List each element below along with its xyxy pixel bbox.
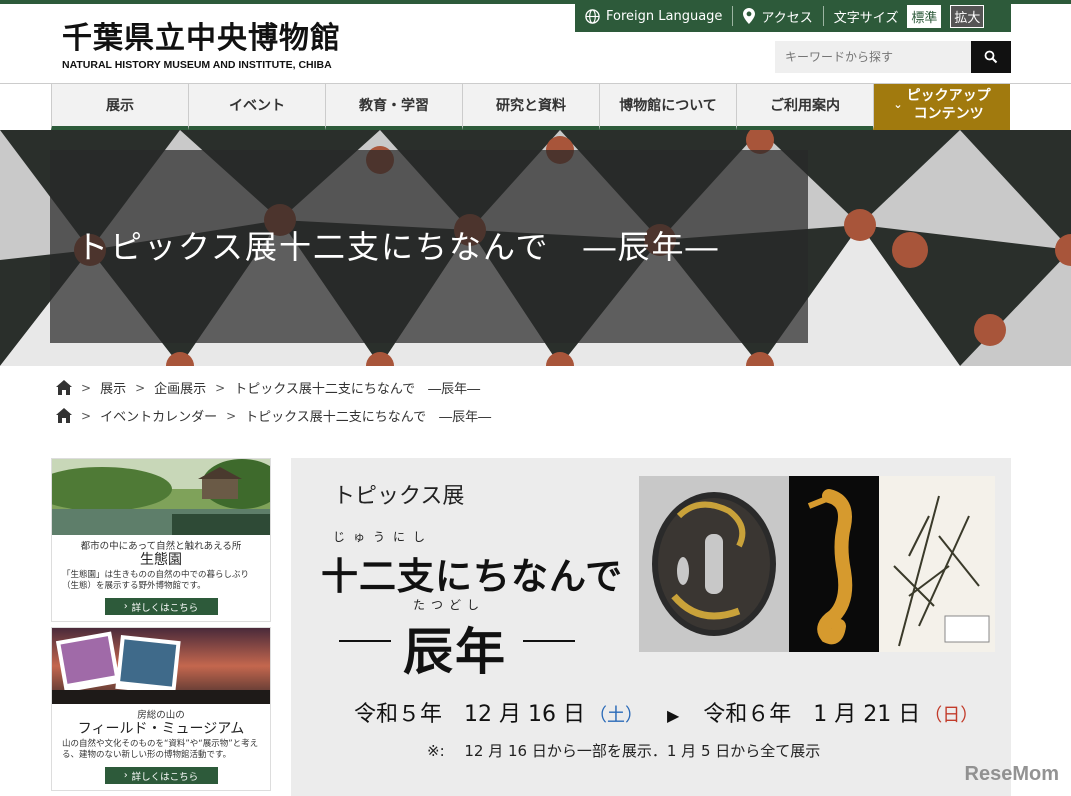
title-dash-right	[523, 640, 575, 642]
furigana-tatsudoshi: たつどし	[413, 598, 486, 612]
watermark-logo: ReseMom	[964, 763, 1059, 785]
card-title: フィールド・ミュージアム	[77, 721, 245, 737]
search-box	[775, 41, 1011, 73]
home-icon[interactable]	[56, 380, 72, 395]
exhibition-type: トピックス展	[333, 484, 465, 509]
card-description: 山の自然や文化そのものを“資料”や“展示物”と考える、建物のない新しい形の博物館…	[62, 739, 259, 760]
ecology-garden-image	[52, 459, 270, 535]
hero-title: トピックス展十二支にちなんで ―辰年―	[76, 228, 720, 266]
breadcrumb-link[interactable]: 展示	[100, 378, 126, 397]
page: 千葉県立中央博物館 NATURAL HISTORY MUSEUM AND INS…	[0, 0, 1071, 796]
breadcrumb: > イベントカレンダー > トピックス展十二支にちなんで ―辰年―	[56, 406, 491, 425]
nav-guide[interactable]: ご利用案内	[736, 84, 873, 130]
end-weekday: （日）	[924, 705, 979, 726]
text-size-control: 文字サイズ 標準 拡大	[824, 4, 995, 28]
breadcrumb-current: トピックス展十二支にちなんで ―辰年―	[245, 410, 492, 425]
global-nav: 展示 イベント 教育・学習 研究と資料 博物館について ご利用案内 ⌄ ピックア…	[0, 83, 1071, 130]
card-more-label: 詳しくはこちら	[131, 771, 199, 783]
breadcrumb-separator: >	[226, 408, 237, 423]
nav-about[interactable]: 博物館について	[599, 84, 736, 130]
search-icon	[984, 50, 998, 64]
herbarium-specimen-image	[879, 476, 995, 652]
chevron-down-icon: ⌄	[893, 98, 903, 111]
card-more-button[interactable]: › 詳しくはこちら	[104, 598, 218, 615]
start-weekday: （土）	[588, 705, 643, 726]
search-input[interactable]	[775, 41, 971, 73]
nav-events[interactable]: イベント	[188, 84, 325, 130]
logo-english: NATURAL HISTORY MUSEUM AND INSTITUTE, CH…	[62, 59, 332, 71]
exhibition-period: 令和５年 12 月 16 日 （土） ▶ 令和６年 1 月 21 日 （日）	[354, 696, 978, 728]
site-logo[interactable]: 千葉県立中央博物館 NATURAL HISTORY MUSEUM AND INS…	[62, 21, 341, 72]
breadcrumb-separator: >	[81, 380, 92, 395]
text-size-standard-button[interactable]: 標準	[907, 4, 942, 28]
card-more-button[interactable]: › 詳しくはこちら	[104, 767, 218, 784]
logo-japanese: 千葉県立中央博物館	[62, 21, 341, 56]
search-button[interactable]	[971, 41, 1011, 73]
tsuba-sword-guard-image	[639, 476, 789, 652]
exhibit-photos	[639, 476, 995, 652]
utility-bar: Foreign Language アクセス 文字サイズ 標準 拡大	[575, 0, 1011, 32]
card-title: 生態園	[140, 552, 182, 568]
card-more-label: 詳しくはこちら	[131, 602, 199, 614]
nav-pickup-contents[interactable]: ⌄ ピックアップ コンテンツ	[873, 84, 1010, 130]
nav-exhibits[interactable]: 展示	[51, 84, 188, 130]
breadcrumb-separator: >	[135, 380, 146, 395]
card-description: 「生態園」は生きものの自然の中での暮らしぶり（生態）を展示する野外博物館です。	[62, 570, 250, 591]
breadcrumb: > 展示 > 企画展示 > トピックス展十二支にちなんで ―辰年―	[56, 378, 480, 397]
breadcrumb-separator: >	[215, 380, 226, 395]
exhibition-year: 辰年	[403, 623, 507, 681]
play-arrow-icon: ▶	[666, 706, 680, 725]
nav-research[interactable]: 研究と資料	[462, 84, 599, 130]
exhibition-note: ※: 12 月 16 日から一部を展示．1 月 5 日から全て展示	[427, 742, 821, 760]
foreign-language-link[interactable]: Foreign Language	[575, 6, 732, 26]
furigana-juunishi: じゅうにし	[333, 530, 434, 544]
globe-icon	[585, 8, 600, 24]
pickup-label-line2: コンテンツ	[913, 106, 984, 122]
access-label: アクセス	[761, 10, 813, 26]
foreign-language-label: Foreign Language	[606, 8, 723, 24]
side-card-field-museum[interactable]: 房総の山の フィールド・ミュージアム 山の自然や文化そのものを“資料”や“展示物…	[51, 627, 271, 791]
map-pin-icon	[743, 8, 756, 24]
field-museum-image	[52, 628, 270, 704]
caret-right-icon: ›	[123, 770, 128, 781]
seahorse-image	[789, 476, 879, 652]
end-date: 令和６年 1 月 21 日	[703, 702, 921, 727]
start-date: 令和５年 12 月 16 日	[354, 702, 585, 727]
text-size-large-button[interactable]: 拡大	[950, 4, 985, 28]
side-card-ecology-garden[interactable]: 都市の中にあって自然と触れあえる所 生態園 「生態園」は生きものの自然の中での暮…	[51, 458, 271, 622]
exhibition-panel: トピックス展 じゅうにし 十二支にちなんで たつどし 辰年 令和５年 12 月 …	[291, 458, 1011, 796]
card-subtitle: 房総の山の	[137, 710, 185, 721]
caret-right-icon: ›	[123, 601, 128, 612]
breadcrumb-current: トピックス展十二支にちなんで ―辰年―	[234, 382, 481, 397]
nav-education[interactable]: 教育・学習	[325, 84, 462, 130]
pickup-label-line1: ピックアップ	[906, 88, 991, 104]
access-link[interactable]: アクセス	[733, 6, 822, 26]
title-dash-left	[339, 640, 391, 642]
home-icon[interactable]	[56, 408, 72, 423]
exhibition-title: 十二支にちなんで	[321, 555, 624, 598]
card-subtitle: 都市の中にあって自然と触れあえる所	[80, 541, 242, 552]
breadcrumb-link[interactable]: 企画展示	[154, 378, 206, 397]
hero-banner: トピックス展十二支にちなんで ―辰年―	[0, 130, 1071, 366]
breadcrumb-separator: >	[81, 408, 92, 423]
breadcrumb-link[interactable]: イベントカレンダー	[100, 406, 217, 425]
text-size-label: 文字サイズ	[833, 10, 899, 26]
